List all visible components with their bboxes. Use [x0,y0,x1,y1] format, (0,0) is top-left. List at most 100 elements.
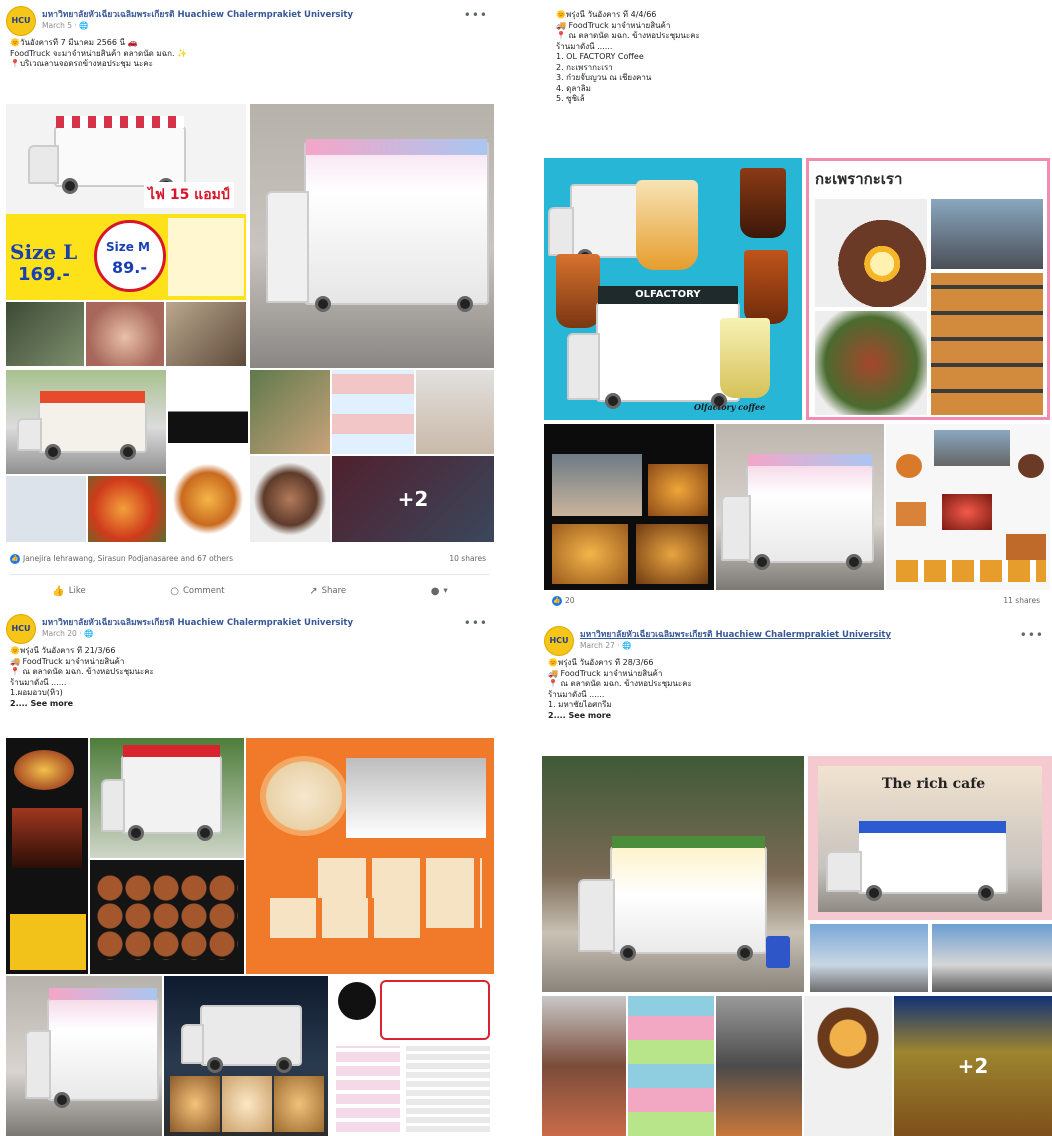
promo-text: ไฟ 15 แอมป์ [144,182,234,208]
photo-tile[interactable] [86,302,164,366]
food-truck-image [721,453,874,571]
truck-awning [305,138,488,155]
post-text-line: 3. ก๋วยจั๊บญวน ณ เชียงคาน [556,73,652,82]
truck-wheel [53,1091,70,1108]
more-options-button[interactable]: ••• [464,616,488,630]
food-photo [1018,454,1044,478]
photo-tile[interactable] [716,424,884,590]
reactions-text[interactable]: Janejira Iehrawang, Sirasun Podjanasaree… [23,554,233,563]
photo-tile[interactable] [416,370,494,454]
photo-tile[interactable] [542,996,626,1136]
photo-tile[interactable] [804,996,892,1136]
more-options-button[interactable]: ••• [464,8,488,22]
post-header: HCU มหาวิทยาลัยหัวเฉียวเฉลิมพระเกียรติ H… [542,624,1052,658]
photo-tile[interactable] [164,976,328,1136]
audience-selector[interactable]: ● ▾ [431,581,448,601]
olfactory-sign-text: OLFACTORY [635,289,701,301]
photo-tile[interactable]: The rich cafe [808,756,1052,920]
post-1: HCU มหาวิทยาลัยหัวเฉียวเฉลิมพระเกียรติ H… [4,4,496,604]
like-button[interactable]: 👍 Like [52,581,85,601]
photo-tile[interactable] [886,424,1050,590]
drink-cup [556,254,600,328]
size-l-label: Size L [10,240,78,264]
truck-cab [180,1023,205,1064]
photo-tile[interactable] [716,996,802,1136]
post-date-text[interactable]: March 20 · [42,629,84,638]
share-arrow-icon: ↗ [309,585,318,597]
photo-tile[interactable] [88,476,166,542]
photo-tile[interactable] [166,302,246,366]
like-reaction-icon: 👍 [552,596,562,606]
photo-tile[interactable] [246,738,494,974]
post-date-text[interactable]: March 27 · [580,641,622,650]
thumbs-up-icon: 👍 [52,585,65,597]
page-avatar[interactable]: HCU [6,6,36,36]
page-name-link[interactable]: มหาวิทยาลัยหัวเฉียวเฉลิมพระเกียรติ Huach… [580,627,1012,641]
photo-tile[interactable]: ไฟ 15 แอมป์ [6,104,246,214]
photo-tile[interactable] [544,424,714,590]
see-more-link[interactable]: 2.... See more [548,711,1048,722]
photo-tile[interactable] [810,924,928,992]
truck-awning [48,988,157,1001]
truck-cab [24,1029,51,1099]
photo-tile[interactable] [6,976,162,1136]
truck-cab [27,144,59,185]
truck-awning [56,116,184,128]
truck-wheel [275,1056,292,1073]
globe-icon: 🌐 [79,21,89,30]
photo-tile[interactable] [90,738,244,858]
photo-tile[interactable] [932,924,1052,992]
photo-tile[interactable] [250,456,330,542]
photo-tile[interactable]: OLFACTORY Olfactory coffee [544,158,802,420]
post-date[interactable]: March 5 · 🌐 [42,21,89,30]
food-truck-image [180,1004,302,1073]
truck-cab [826,850,862,892]
more-photos-overlay[interactable]: +2 [332,456,494,542]
page-name-link[interactable]: มหาวิทยาลัยหัวเฉียวเฉลิมพระเกียรติ Huach… [42,615,456,629]
photo-tile[interactable] [628,996,714,1136]
action-bar: 👍 Like ○ Comment ↗ Share ● ▾ [10,574,490,601]
price-l-label: 169.- [18,264,70,285]
olfactory-sign: OLFACTORY [597,286,739,305]
photo-tile[interactable] [90,860,244,974]
photo-tile[interactable] [332,370,414,454]
page-avatar[interactable]: HCU [544,626,574,656]
reactions-bar[interactable]: 👍 Janejira Iehrawang, Sirasun Podjanasare… [10,554,233,564]
post-text-line: 5. ซูชิเล้ [556,94,585,103]
shares-count[interactable]: 11 shares [1003,596,1040,605]
page-avatar[interactable]: HCU [6,614,36,644]
shares-count[interactable]: 10 shares [449,554,486,563]
share-button[interactable]: ↗ Share [309,581,346,601]
post-date-text[interactable]: March 5 · [42,21,79,30]
photo-tile[interactable]: Size L 169.- Size M 89.- [6,214,246,300]
photo-tile[interactable]: +2 [894,996,1052,1136]
photo-tile[interactable] [250,104,494,368]
post-text-line: ร้านมาดังนี้ ...... [10,677,67,687]
truck-cab [566,332,601,400]
post-date[interactable]: March 27 · 🌐 [580,641,631,650]
reactions-count[interactable]: 20 [565,596,575,605]
comment-button[interactable]: ○ Comment [170,581,224,601]
photo-tile[interactable]: +2 [332,456,494,542]
food-photo [934,430,1010,466]
photo-tile[interactable] [6,476,86,542]
photo-tile[interactable] [6,738,88,974]
more-photos-overlay[interactable]: +2 [894,996,1052,1136]
food-photo [896,502,926,526]
post-date[interactable]: March 20 · 🌐 [42,629,93,638]
drink-cup [744,250,788,324]
photo-tile[interactable] [542,756,804,992]
food-photo [12,808,82,868]
photo-tile[interactable] [6,302,84,366]
photo-tile[interactable] [330,976,494,1136]
photo-tile[interactable] [250,370,330,454]
photo-tile[interactable] [6,370,166,474]
see-more-link[interactable]: 2.... See more [10,699,492,710]
page-name-link[interactable]: มหาวิทยาลัยหัวเฉียวเฉลิมพระเกียรติ Huach… [42,7,456,21]
chevron-down-icon: ▾ [443,586,448,596]
photo-tile[interactable]: กะเพรากะเรา [806,158,1050,420]
more-options-button[interactable]: ••• [1020,628,1044,642]
photo-tile[interactable] [168,456,248,542]
reactions-bar[interactable]: 👍 20 [552,596,575,606]
size-m-label: Size M [106,240,150,254]
